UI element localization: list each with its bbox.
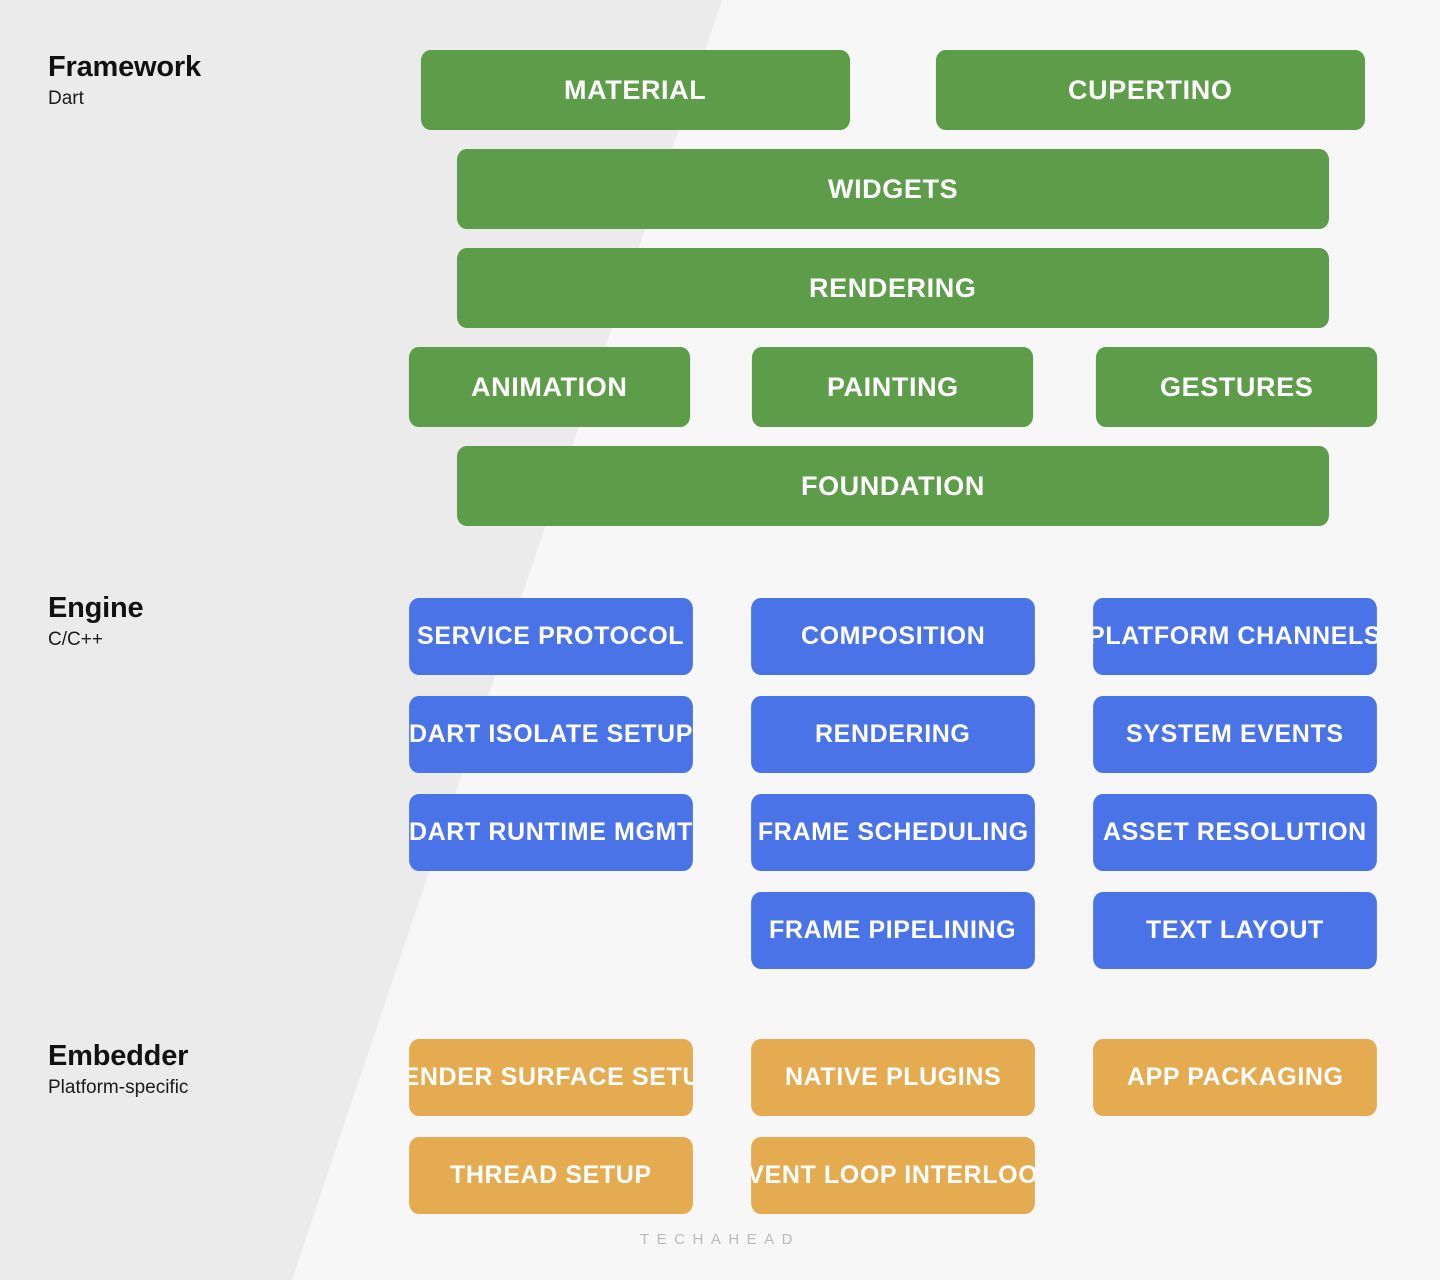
layer-row: SERVICE PROTOCOL COMPOSITION PLATFORM CHAN…: [386, 598, 1400, 675]
layer-row: DART ISOLATE SETUP RENDERING SYSTEM EVENTS: [386, 696, 1400, 773]
layer-row: RENDER SURFACE SETUP NATIVE PLUGINS APP PA…: [386, 1039, 1400, 1116]
layer-box-label: SERVICE PROTOCOL: [417, 622, 685, 650]
framework-layer-rows: MATERIAL CUPERTINO WIDGETS RENDERING ANIMATI…: [386, 50, 1400, 545]
layer-box-material[interactable]: MATERIAL: [420, 50, 851, 130]
layer-box-event-loop-interloop[interactable]: EVENT LOOP INTERLOOP: [751, 1137, 1035, 1214]
section-label-engine: Engine C/C++: [48, 593, 378, 651]
layer-box-label: EVENT LOOP INTERLOOP: [751, 1161, 1035, 1189]
layer-box-label: WIDGETS: [827, 173, 959, 204]
layer-box-painting[interactable]: PAINTING: [752, 347, 1034, 427]
layer-box-label: FOUNDATION: [800, 470, 986, 501]
layer-box-rendering[interactable]: RENDERING: [456, 248, 1330, 328]
layer-box-frame-pipelining[interactable]: FRAME PIPELINING: [751, 892, 1035, 969]
engine-layer-rows: SERVICE PROTOCOL COMPOSITION PLATFORM CHAN…: [386, 598, 1400, 990]
layer-row: RENDERING: [386, 248, 1400, 328]
layer-box-label: NATIVE PLUGINS: [784, 1063, 1002, 1091]
layer-row: DART RUNTIME MGMT FRAME SCHEDULING ASSET R…: [386, 794, 1400, 871]
layer-box-foundation[interactable]: FOUNDATION: [456, 446, 1330, 526]
section-subtitle-framework: Dart: [48, 88, 84, 110]
layer-box-service-protocol[interactable]: SERVICE PROTOCOL: [409, 598, 693, 675]
layer-box-cupertino[interactable]: CUPERTINO: [935, 50, 1366, 130]
layer-box-label: SYSTEM EVENTS: [1126, 720, 1344, 748]
layer-box-label: GESTURES: [1159, 371, 1313, 402]
layer-box-label: FRAME PIPELINING: [769, 916, 1017, 944]
layer-box-widgets[interactable]: WIDGETS: [456, 149, 1330, 229]
layer-box-app-packaging[interactable]: APP PACKAGING: [1093, 1039, 1377, 1116]
layer-box-label: DART RUNTIME MGMT: [409, 818, 693, 846]
section-subtitle-embedder: Platform-specific: [48, 1077, 189, 1099]
flutter-architecture-diagram: Framework Dart Engine C/C++ Embedder Pla…: [0, 0, 1440, 1280]
layer-box-label: DART ISOLATE SETUP: [409, 720, 693, 748]
layer-box-label: RENDERING: [809, 272, 977, 303]
layer-row: ANIMATION PAINTING GESTURES: [386, 347, 1400, 427]
embedder-layer-rows: RENDER SURFACE SETUP NATIVE PLUGINS APP PA…: [386, 1039, 1400, 1235]
layer-box-label: APP PACKAGING: [1126, 1063, 1344, 1091]
layer-box-render-surface-setup[interactable]: RENDER SURFACE SETUP: [409, 1039, 693, 1116]
layer-box-label: ASSET RESOLUTION: [1103, 818, 1367, 846]
layer-row: FOUNDATION: [386, 446, 1400, 526]
layer-box-label: CUPERTINO: [1068, 74, 1233, 105]
layer-box-label: MATERIAL: [564, 74, 707, 105]
layer-row: THREAD SETUP EVENT LOOP INTERLOOP: [386, 1137, 1400, 1214]
layer-box-asset-resolution[interactable]: ASSET RESOLUTION: [1093, 794, 1377, 871]
layer-box-label: COMPOSITION: [800, 622, 986, 650]
layer-box-label: FRAME SCHEDULING: [757, 818, 1029, 846]
section-title-engine: Engine: [48, 592, 144, 624]
layer-box-label: PAINTING: [827, 371, 959, 402]
layer-box-spacer: [409, 892, 693, 969]
layer-box-thread-setup[interactable]: THREAD SETUP: [409, 1137, 693, 1214]
section-subtitle-engine: C/C++: [48, 629, 103, 651]
layer-box-label: RENDERING: [815, 720, 971, 748]
layer-box-platform-channels[interactable]: PLATFORM CHANNELS: [1093, 598, 1377, 675]
layer-box-label: ANIMATION: [471, 371, 628, 402]
layer-box-rendering[interactable]: RENDERING: [751, 696, 1035, 773]
layer-row: MATERIAL CUPERTINO: [386, 50, 1400, 130]
layer-box-gestures[interactable]: GESTURES: [1095, 347, 1378, 427]
layer-box-dart-isolate-setup[interactable]: DART ISOLATE SETUP: [409, 696, 693, 773]
layer-box-label: THREAD SETUP: [450, 1161, 652, 1189]
layer-box-frame-scheduling[interactable]: FRAME SCHEDULING: [751, 794, 1035, 871]
layer-box-label: RENDER SURFACE SETUP: [409, 1063, 693, 1091]
section-label-framework: Framework Dart: [48, 52, 378, 110]
layer-box-label: TEXT LAYOUT: [1146, 916, 1324, 944]
layer-row: FRAME PIPELINING TEXT LAYOUT: [386, 892, 1400, 969]
section-title-embedder: Embedder: [48, 1040, 189, 1072]
layer-box-text-layout[interactable]: TEXT LAYOUT: [1093, 892, 1377, 969]
section-label-embedder: Embedder Platform-specific: [48, 1041, 378, 1099]
layer-box-label: PLATFORM CHANNELS: [1093, 622, 1377, 650]
layer-box-system-events[interactable]: SYSTEM EVENTS: [1093, 696, 1377, 773]
section-title-framework: Framework: [48, 51, 201, 83]
layer-box-composition[interactable]: COMPOSITION: [751, 598, 1035, 675]
watermark-techahead: TECHAHEAD: [639, 1231, 800, 1248]
layer-row: WIDGETS: [386, 149, 1400, 229]
layer-box-animation[interactable]: ANIMATION: [408, 347, 691, 427]
layer-box-native-plugins[interactable]: NATIVE PLUGINS: [751, 1039, 1035, 1116]
layer-box-dart-runtime-mgmt[interactable]: DART RUNTIME MGMT: [409, 794, 693, 871]
